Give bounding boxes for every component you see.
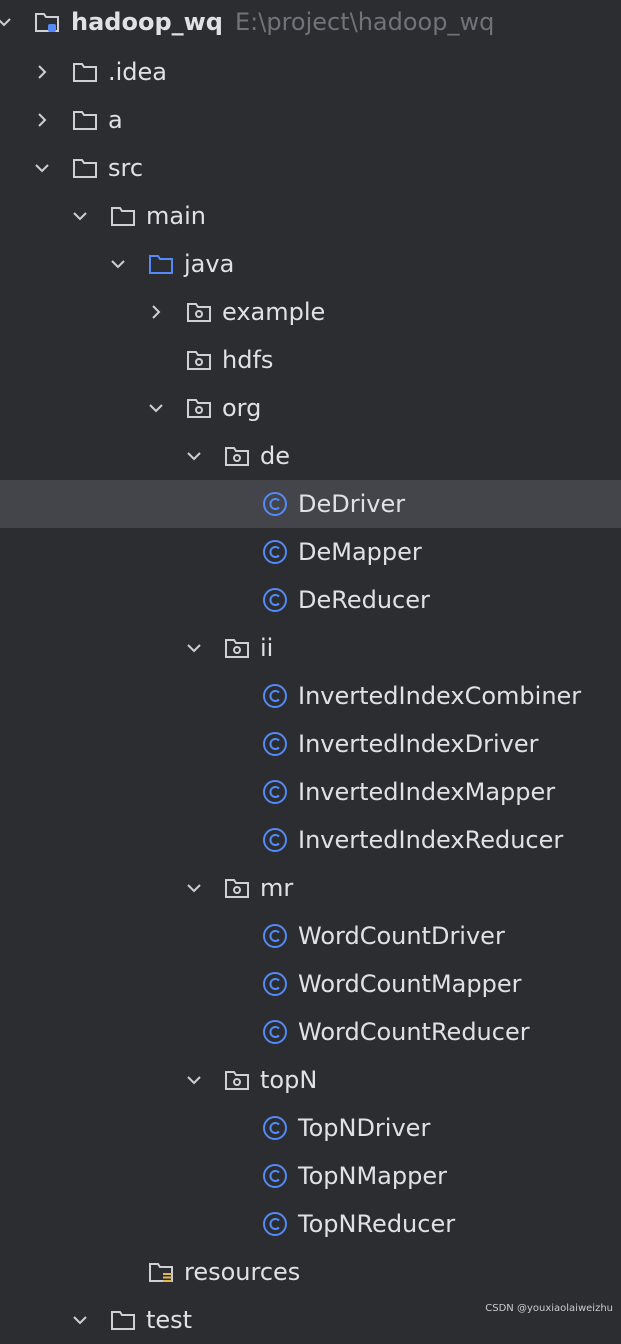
java-class-icon (263, 732, 287, 756)
chevron-down-icon[interactable] (146, 398, 166, 418)
folder-icon (73, 63, 97, 82)
project-path: E:\project\hadoop_wq (235, 8, 495, 36)
tree-row-hdfs[interactable]: hdfs (0, 336, 621, 384)
package-icon (225, 1071, 249, 1090)
java-class-icon (263, 828, 287, 852)
package-icon (225, 639, 249, 658)
folder-icon (111, 207, 135, 226)
tree-item-label: DeReducer (298, 586, 430, 614)
tree-item-label: DeMapper (298, 538, 422, 566)
tree-item-label: org (222, 394, 262, 422)
java-class-icon (263, 1020, 287, 1044)
tree-item-label: resources (184, 1258, 301, 1286)
chevron-down-icon[interactable] (70, 206, 90, 226)
tree-item-label: WordCountReducer (298, 1018, 530, 1046)
source-folder-icon (149, 255, 173, 274)
project-name: hadoop_wq (71, 8, 223, 36)
tree-row-invertedindexdriver[interactable]: InvertedIndexDriver (0, 720, 621, 768)
folder-icon (73, 159, 97, 178)
java-class-icon (263, 972, 287, 996)
tree-item-label: InvertedIndexMapper (298, 778, 556, 806)
resources-folder-icon (149, 1263, 173, 1282)
tree-row-invertedindexreducer[interactable]: InvertedIndexReducer (0, 816, 621, 864)
tree-item-label: TopNMapper (298, 1162, 447, 1190)
java-class-icon (263, 540, 287, 564)
tree-row-dereducer[interactable]: DeReducer (0, 576, 621, 624)
tree-item-label: InvertedIndexCombiner (298, 682, 582, 710)
chevron-right-icon[interactable] (32, 62, 52, 82)
tree-item-label: hdfs (222, 346, 274, 374)
tree-item-label: example (222, 298, 326, 326)
java-class-icon (263, 1116, 287, 1140)
tree-row-project-root[interactable]: hadoop_wq E:\project\hadoop_wq (0, 0, 621, 46)
package-icon (187, 399, 211, 418)
package-icon (187, 351, 211, 370)
module-folder-icon (35, 13, 59, 32)
tree-item-label: a (108, 106, 123, 134)
package-icon (187, 303, 211, 322)
java-class-icon (263, 588, 287, 612)
tree-item-label: ii (260, 634, 274, 662)
tree-row-de[interactable]: de (0, 432, 621, 480)
tree-item-label: mr (260, 874, 294, 902)
tree-item-label: test (146, 1306, 193, 1334)
chevron-down-icon[interactable] (184, 638, 204, 658)
tree-row-topn[interactable]: topN (0, 1056, 621, 1104)
tree-item-label: java (184, 250, 235, 278)
java-class-icon (263, 924, 287, 948)
tree-row-invertedindexcombiner[interactable]: InvertedIndexCombiner (0, 672, 621, 720)
tree-row-dedriver[interactable]: DeDriver (0, 480, 621, 528)
tree-row-ii[interactable]: ii (0, 624, 621, 672)
package-icon (225, 447, 249, 466)
chevron-right-icon[interactable] (146, 302, 166, 322)
tree-row-topnreducer[interactable]: TopNReducer (0, 1200, 621, 1248)
folder-icon (73, 111, 97, 130)
tree-row-idea[interactable]: .idea (0, 48, 621, 96)
chevron-down-icon[interactable] (0, 12, 14, 32)
tree-row-src[interactable]: src (0, 144, 621, 192)
java-class-icon (263, 1212, 287, 1236)
chevron-down-icon[interactable] (70, 1310, 90, 1330)
tree-item-label: de (260, 442, 290, 470)
tree-row-wordcountmapper[interactable]: WordCountMapper (0, 960, 621, 1008)
tree-row-example[interactable]: example (0, 288, 621, 336)
tree-item-label: TopNReducer (298, 1210, 456, 1238)
tree-row-org[interactable]: org (0, 384, 621, 432)
tree-item-label: InvertedIndexDriver (298, 730, 539, 758)
java-class-icon (263, 492, 287, 516)
chevron-down-icon[interactable] (184, 446, 204, 466)
tree-row-main[interactable]: main (0, 192, 621, 240)
tree-row-wordcountreducer[interactable]: WordCountReducer (0, 1008, 621, 1056)
chevron-down-icon[interactable] (32, 158, 52, 178)
tree-item-label: TopNDriver (298, 1114, 431, 1142)
java-class-icon (263, 684, 287, 708)
chevron-right-icon[interactable] (32, 110, 52, 130)
project-tree: hadoop_wq E:\project\hadoop_wq .idea a s… (0, 0, 621, 1344)
tree-item-label: topN (260, 1066, 318, 1094)
tree-row-topnmapper[interactable]: TopNMapper (0, 1152, 621, 1200)
chevron-down-icon[interactable] (184, 1070, 204, 1090)
tree-row-java[interactable]: java (0, 240, 621, 288)
tree-row-mr[interactable]: mr (0, 864, 621, 912)
tree-item-label: WordCountMapper (298, 970, 522, 998)
tree-item-label: main (146, 202, 206, 230)
tree-row-invertedindexmapper[interactable]: InvertedIndexMapper (0, 768, 621, 816)
package-icon (225, 879, 249, 898)
tree-item-label: InvertedIndexReducer (298, 826, 564, 854)
tree-item-label: .idea (108, 58, 168, 86)
java-class-icon (263, 780, 287, 804)
chevron-down-icon[interactable] (184, 878, 204, 898)
tree-row-demapper[interactable]: DeMapper (0, 528, 621, 576)
folder-icon (111, 1311, 135, 1330)
tree-item-label: WordCountDriver (298, 922, 505, 950)
watermark: CSDN @youxiaolaiweizhu (485, 1303, 613, 1314)
tree-item-label: DeDriver (298, 490, 406, 518)
tree-row-resources[interactable]: resources (0, 1248, 621, 1296)
tree-item-label: src (108, 154, 144, 182)
tree-row-topndriver[interactable]: TopNDriver (0, 1104, 621, 1152)
chevron-down-icon[interactable] (108, 254, 128, 274)
tree-row-wordcountdriver[interactable]: WordCountDriver (0, 912, 621, 960)
java-class-icon (263, 1164, 287, 1188)
tree-row-a[interactable]: a (0, 96, 621, 144)
